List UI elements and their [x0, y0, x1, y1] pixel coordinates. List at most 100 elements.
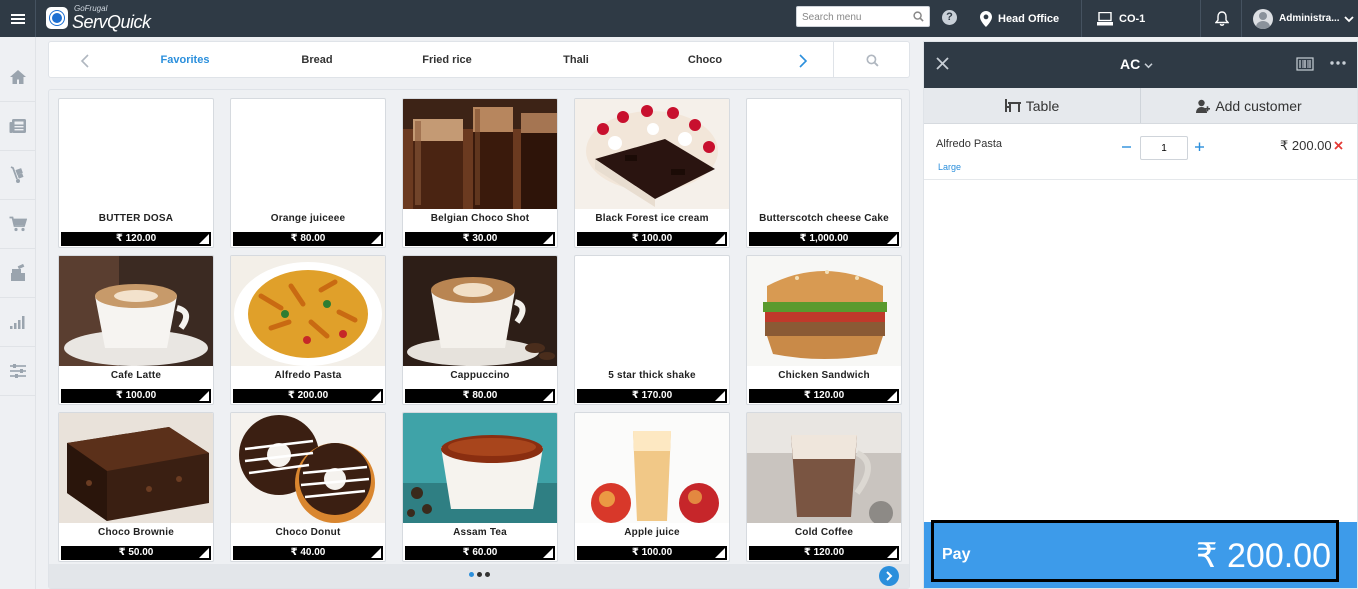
chevron-right-icon [799, 53, 808, 68]
order-item-price: ₹ 200.00 [1280, 138, 1332, 153]
order-panel-tabs: Table Add customer [924, 88, 1357, 124]
sidebar-item-delivery[interactable] [0, 151, 36, 200]
product-card[interactable]: Cold Coffee ₹ 120.00 [746, 412, 902, 562]
page-dot-active[interactable] [469, 572, 474, 577]
product-price: ₹ 80.00 [405, 389, 555, 403]
chicken-sandwich-image [747, 256, 901, 366]
category-tab-bread[interactable]: Bread [257, 42, 377, 79]
product-card[interactable]: Assam Tea ₹ 60.00 [402, 412, 558, 562]
sidebar-item-billing[interactable] [0, 249, 36, 298]
product-price: ₹ 100.00 [61, 389, 211, 403]
product-price: ₹ 80.00 [233, 232, 383, 246]
counter-selector[interactable]: CO-1 [1083, 0, 1201, 37]
product-name: Orange juiceee [270, 213, 346, 224]
location-label: Head Office [998, 12, 1060, 25]
product-card[interactable]: 5 star thick shake ₹ 170.00 [574, 255, 730, 405]
menu-search [796, 6, 930, 27]
product-price: ₹ 1,000.00 [749, 232, 899, 246]
pay-button[interactable]: Pay ₹ 200.00 [924, 520, 1357, 588]
product-image-placeholder [231, 99, 385, 209]
product-card[interactable]: Butterscotch cheese Cake ₹ 1,000.00 [746, 98, 902, 248]
product-name: Choco Brownie [98, 527, 174, 538]
choco-donut-image [231, 413, 385, 523]
help-icon[interactable]: ? [942, 10, 957, 25]
product-name: 5 star thick shake [608, 370, 696, 381]
order-panel: AC Table Add customer Alfredo Pasta Larg… [923, 41, 1358, 589]
alfredo-pasta-image [231, 256, 385, 366]
more-dots-icon [1330, 61, 1346, 65]
chevron-right-icon [886, 571, 893, 581]
product-card[interactable]: Choco Brownie ₹ 50.00 [58, 412, 214, 562]
product-card[interactable]: Chicken Sandwich ₹ 120.00 [746, 255, 902, 405]
user-menu[interactable]: Administra... [1243, 0, 1358, 37]
category-tab-fried-rice[interactable]: Fried rice [387, 42, 507, 79]
cash-register-icon [11, 264, 25, 281]
category-next-button[interactable] [785, 42, 821, 79]
plus-icon [1195, 142, 1204, 151]
product-price: ₹ 50.00 [61, 546, 211, 560]
choco-shot-image [403, 99, 557, 209]
product-card[interactable]: Cappuccino ₹ 80.00 [402, 255, 558, 405]
product-image-placeholder [59, 99, 213, 209]
logo-clock-icon [46, 7, 68, 29]
sidebar-item-orders[interactable] [0, 102, 36, 151]
sidebar-item-reports[interactable] [0, 298, 36, 347]
quantity-stepper[interactable] [1140, 136, 1188, 160]
product-card[interactable]: Apple juice ₹ 100.00 [574, 412, 730, 562]
search-icon [866, 53, 879, 67]
app-logo[interactable]: GoFrugal ServQuick [46, 3, 151, 33]
product-price: ₹ 120.00 [61, 232, 211, 246]
decrease-qty-button[interactable] [1122, 138, 1131, 154]
hamburger-menu-button[interactable] [0, 0, 36, 37]
more-options-button[interactable] [1330, 52, 1346, 70]
sidebar-item-settings[interactable] [0, 347, 36, 396]
remove-item-button[interactable] [1334, 137, 1343, 153]
product-card[interactable]: Belgian Choco Shot ₹ 30.00 [402, 98, 558, 248]
category-prev-button[interactable] [67, 42, 103, 79]
sidebar-item-cart[interactable] [0, 200, 36, 249]
product-name: Alfredo Pasta [274, 370, 342, 381]
increase-qty-button[interactable] [1195, 138, 1204, 154]
close-icon [936, 57, 949, 70]
category-tab-favorites[interactable]: Favorites [125, 42, 245, 79]
page-dot[interactable] [485, 572, 490, 577]
pay-label: Pay [942, 546, 971, 563]
product-card[interactable]: Alfredo Pasta ₹ 200.00 [230, 255, 386, 405]
search-icon[interactable] [913, 11, 924, 22]
close-order-button[interactable] [936, 54, 949, 75]
barcode-scan-button[interactable] [1296, 57, 1314, 76]
product-card[interactable]: Cafe Latte ₹ 100.00 [58, 255, 214, 405]
product-price: ₹ 200.00 [233, 389, 383, 403]
hamburger-icon [10, 17, 25, 20]
assam-tea-image [403, 413, 557, 523]
location-selector[interactable]: Head Office [978, 0, 1082, 37]
add-customer-button[interactable]: Add customer [1140, 88, 1357, 123]
product-card[interactable]: Black Forest ice cream ₹ 100.00 [574, 98, 730, 248]
category-tab-choco[interactable]: Choco [645, 42, 765, 79]
bell-icon [1214, 10, 1229, 26]
apple-juice-image [575, 413, 729, 523]
next-page-button[interactable] [879, 566, 899, 586]
product-price: ₹ 30.00 [405, 232, 555, 246]
order-item-variant[interactable]: Large [938, 162, 961, 172]
menu-search-input[interactable] [797, 8, 907, 27]
table-button[interactable]: Table [924, 88, 1140, 123]
order-line-item: Alfredo Pasta Large ₹ 200.00 [924, 128, 1357, 180]
product-price: ₹ 60.00 [405, 546, 555, 560]
category-tab-thali[interactable]: Thali [516, 42, 636, 79]
order-mode-selector[interactable]: AC [1120, 56, 1153, 72]
product-card[interactable]: Orange juiceee ₹ 80.00 [230, 98, 386, 248]
order-panel-header: AC [924, 42, 1357, 88]
sidebar-item-home[interactable] [0, 53, 36, 102]
notifications-button[interactable] [1202, 0, 1242, 37]
page-dot[interactable] [477, 572, 482, 577]
order-item-name: Alfredo Pasta [936, 138, 1003, 150]
product-card[interactable]: Choco Donut ₹ 40.00 [230, 412, 386, 562]
minus-icon [1122, 146, 1131, 148]
cart-icon [9, 216, 27, 232]
product-image-placeholder [575, 256, 729, 366]
category-search-button[interactable] [833, 42, 911, 78]
choco-brownie-image [59, 413, 213, 523]
product-card[interactable]: BUTTER DOSA ₹ 120.00 [58, 98, 214, 248]
page-indicator[interactable] [469, 572, 490, 577]
